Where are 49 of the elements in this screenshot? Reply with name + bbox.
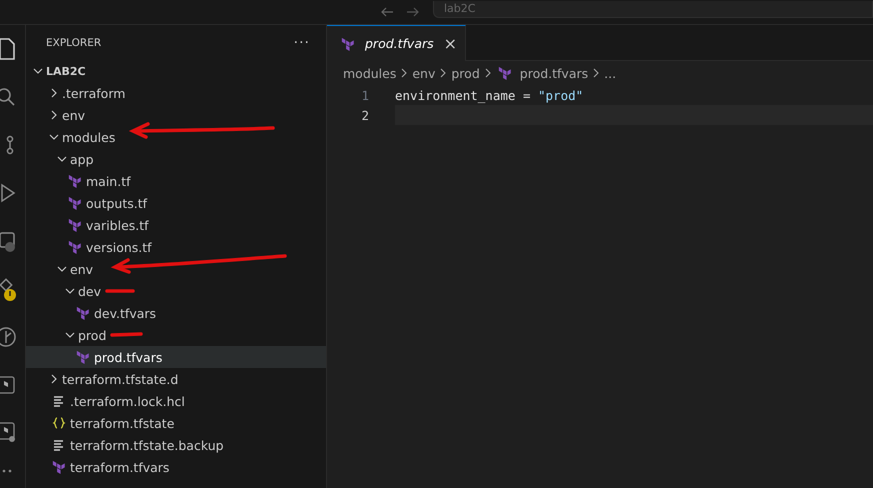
file-item[interactable]: terraform.tfstate.backup [26, 434, 326, 456]
file-item[interactable]: dev.tfvars [26, 302, 326, 324]
line-number: 2 [360, 108, 369, 122]
file-item[interactable]: versions.tf [26, 236, 326, 258]
folder-item[interactable]: .terraform [26, 82, 326, 104]
file-item[interactable]: .terraform.lock.hcl [26, 390, 326, 412]
file-item[interactable]: main.tf [26, 170, 326, 192]
terraform-icon [68, 240, 82, 254]
chevron-right-icon [438, 68, 448, 78]
text-file-icon [52, 394, 66, 408]
terraform-icon [76, 350, 90, 364]
terraform-icon [341, 36, 355, 50]
chevron-right-icon [482, 68, 493, 78]
breadcrumb-item[interactable]: modules [343, 66, 396, 80]
breadcrumb-item[interactable]: ... [604, 66, 616, 80]
folder-item[interactable]: env [26, 104, 326, 126]
file-item[interactable]: varibles.tf [26, 214, 326, 236]
folder-item[interactable]: terraform.tfstate.d [26, 368, 326, 390]
chevron-right-icon [591, 68, 602, 78]
workspace-root[interactable]: LAB2C [26, 60, 326, 82]
breadcrumb-item[interactable]: prod [451, 66, 480, 80]
folder-item[interactable]: modules [26, 126, 326, 148]
terraform-icon [68, 218, 82, 232]
chevron-right-icon [399, 68, 410, 78]
terraform-icon [52, 460, 66, 474]
file-item[interactable]: prod.tfvars [26, 346, 326, 368]
editor-tab[interactable]: prod.tfvars × [327, 25, 466, 61]
json-braces-icon [52, 416, 66, 430]
explorer-title: EXPLORER [46, 36, 102, 48]
terraform-icon [68, 174, 82, 188]
more-actions-button[interactable]: ··· [294, 34, 310, 50]
folder-item[interactable]: dev [26, 280, 326, 302]
annotation-underline [105, 289, 135, 293]
line-number: 1 [360, 88, 369, 102]
file-item[interactable]: terraform.tfvars [26, 456, 326, 478]
terraform-icon [68, 196, 82, 210]
file-item[interactable]: terraform.tfstate [26, 412, 326, 434]
breadcrumb-item[interactable]: prod.tfvars [496, 66, 588, 80]
terraform-icon [76, 306, 90, 320]
annotation-underline [110, 332, 143, 337]
breadcrumb-item[interactable]: env [412, 66, 436, 80]
file-item[interactable]: outputs.tf [26, 192, 326, 214]
close-icon[interactable]: × [444, 34, 458, 53]
text-file-icon [52, 438, 66, 452]
folder-item[interactable]: prod [26, 324, 326, 346]
folder-item[interactable]: env [26, 258, 326, 280]
folder-item[interactable]: app [26, 148, 326, 170]
terraform-icon [498, 66, 512, 80]
code-line: environment_name = "prod" [395, 86, 584, 105]
